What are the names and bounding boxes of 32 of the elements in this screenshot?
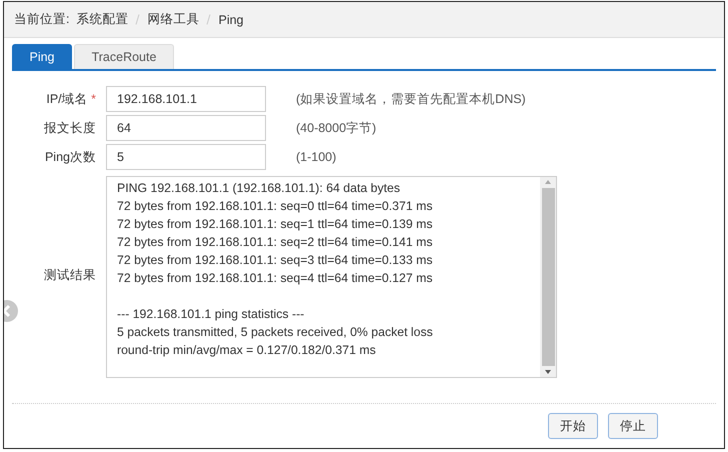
input-field[interactable]: 192.168.101.1 xyxy=(106,86,266,112)
breadcrumb-item[interactable]: 系统配置 xyxy=(76,11,128,28)
field-label: IP/域名 * xyxy=(45,90,96,108)
field-label: Ping次数 xyxy=(44,148,96,166)
output-line: 5 packets transmitted, 5 packets received, 0% packet loss xyxy=(117,324,434,341)
field-label: 测试结果 xyxy=(43,267,96,284)
scroll-down-icon[interactable] xyxy=(545,370,551,374)
output-line: round-trip min/avg/max = 0.127/0.182/0.371 ms xyxy=(117,342,377,359)
output-line: --- 192.168.101.1 ping statistics --- xyxy=(117,306,306,323)
breadcrumb-item[interactable]: 网络工具 xyxy=(147,11,200,28)
input-field[interactable]: 5 xyxy=(106,144,266,170)
input-field[interactable]: 64 xyxy=(106,115,266,141)
output-line: 72 bytes from 192.168.101.1: seq=3 ttl=64 time=0.133 ms xyxy=(117,252,434,269)
scrollbar[interactable] xyxy=(540,177,556,377)
tab[interactable]: TraceRoute xyxy=(74,44,174,69)
scroll-up-icon[interactable] xyxy=(545,180,551,184)
hint-text: (1-100) xyxy=(296,150,338,164)
output-line: PING 192.168.101.1 (192.168.101.1): 64 data bytes xyxy=(117,180,402,197)
action-button[interactable]: 开始 xyxy=(548,413,598,439)
output-line: 72 bytes from 192.168.101.1: seq=1 ttl=64 time=0.139 ms xyxy=(117,216,434,233)
separator-icon xyxy=(206,14,211,25)
field-label: 报文长度 xyxy=(43,120,96,136)
output-line: 72 bytes from 192.168.101.1: seq=4 ttl=64 time=0.127 ms xyxy=(117,270,434,287)
action-button[interactable]: 停止 xyxy=(608,413,658,439)
tab[interactable]: Ping xyxy=(12,44,72,69)
output-line: 72 bytes from 192.168.101.1: seq=2 ttl=64 time=0.141 ms xyxy=(117,234,434,251)
hint-text: (如果设置域名，需要首先配置本机DNS) xyxy=(296,90,527,108)
breadcrumb-label: 当前位置: xyxy=(14,11,70,28)
hint-text: (40-8000字节) xyxy=(296,120,378,136)
output-line: 72 bytes from 192.168.101.1: seq=0 ttl=64 time=0.371 ms xyxy=(117,198,434,215)
separator-icon xyxy=(136,14,140,25)
breadcrumb-item: Ping xyxy=(218,12,244,26)
